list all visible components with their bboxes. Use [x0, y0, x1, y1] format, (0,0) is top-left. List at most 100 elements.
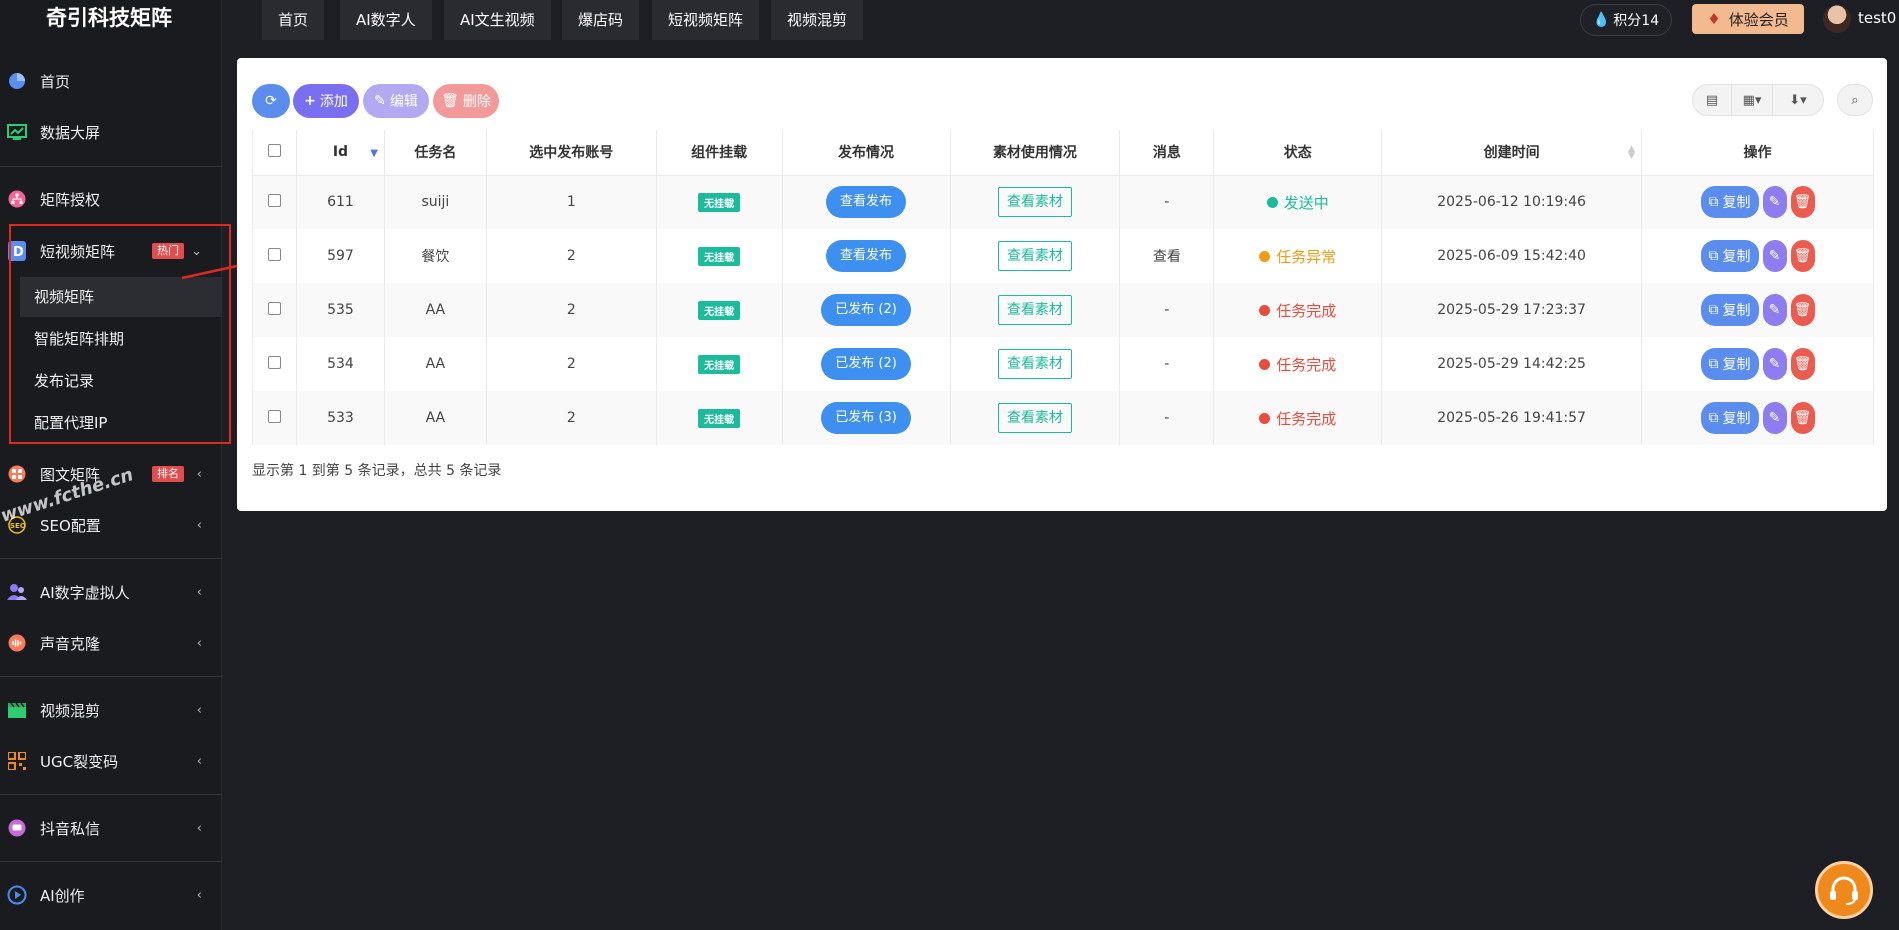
- copy-button[interactable]: ⧉ 复制: [1700, 186, 1759, 219]
- edit-row-button[interactable]: ✎: [1762, 402, 1787, 434]
- delete-button[interactable]: 🗑 删除: [433, 84, 499, 118]
- sidebar-item-mix[interactable]: 视频混剪 ‹: [0, 690, 222, 730]
- cell-publish: 查看发布: [781, 229, 951, 283]
- top-tab-short-video[interactable]: 短视频矩阵: [652, 0, 760, 40]
- sidebar-item-ai-avatar[interactable]: AI数字虚拟人 ‹: [0, 572, 222, 612]
- view-material-button[interactable]: 查看素材: [997, 241, 1072, 271]
- avatar[interactable]: [1823, 5, 1851, 33]
- sidebar-item-dm[interactable]: 抖音私信 ‹: [0, 808, 222, 848]
- edit-row-button[interactable]: ✎: [1762, 186, 1787, 219]
- sidebar-item-label: SEO配置: [40, 516, 101, 535]
- edit-button[interactable]: ✎ 编辑: [363, 84, 429, 118]
- cell-accounts: 2: [485, 337, 657, 391]
- column-header-created[interactable]: 创建时间 ▲ ▼: [1381, 130, 1642, 176]
- row-checkbox[interactable]: [267, 193, 281, 207]
- copy-label: 复制: [1722, 195, 1751, 212]
- select-all-header[interactable]: [252, 130, 297, 176]
- cell-name: AA: [383, 337, 487, 391]
- view-material-button[interactable]: 查看素材: [997, 187, 1072, 218]
- toggle-view-button[interactable]: ▤: [1692, 84, 1732, 116]
- table-row[interactable]: 533 AA 2 无挂载 已发布 (3) 查看素材 - 任务完成 2025-05-26 19:4…: [252, 391, 1874, 445]
- row-select-cell[interactable]: [252, 391, 297, 445]
- delete-row-button[interactable]: 🗑: [1790, 402, 1815, 434]
- copy-button[interactable]: ⧉ 复制: [1700, 348, 1759, 380]
- customer-support-button[interactable]: [1815, 861, 1873, 919]
- chevron-left-icon: ‹: [196, 584, 202, 600]
- edit-row-button[interactable]: ✎: [1762, 294, 1787, 326]
- trash-icon: 🗑: [1793, 302, 1812, 318]
- search-icon: ⌕: [1851, 92, 1859, 108]
- sidebar-item-label: AI数字虚拟人: [40, 583, 130, 602]
- delete-row-button[interactable]: 🗑: [1790, 240, 1815, 272]
- clapperboard-icon: [6, 699, 28, 721]
- add-button[interactable]: + 添加: [293, 84, 359, 118]
- status-label: 任务完成: [1276, 409, 1337, 428]
- cell-publish: 已发布 (2): [781, 337, 951, 391]
- sidebar-subitem-schedule[interactable]: 智能矩阵排期: [20, 319, 222, 359]
- cell-actions: ⧉ 复制 ✎ 🗑: [1641, 175, 1874, 229]
- refresh-button[interactable]: ⟳: [252, 84, 290, 118]
- sidebar-subitem-publish-records[interactable]: 发布记录: [20, 361, 222, 401]
- delete-row-button[interactable]: 🗑: [1790, 348, 1815, 380]
- export-button[interactable]: ⬇▾: [1772, 84, 1824, 116]
- username[interactable]: test0: [1858, 9, 1896, 27]
- grid-icon: [6, 463, 28, 485]
- view-material-button[interactable]: 查看素材: [997, 403, 1072, 433]
- view-material-button[interactable]: 查看素材: [997, 349, 1072, 379]
- top-tab-ai-text-video[interactable]: AI文生视频: [444, 0, 551, 40]
- row-select-cell[interactable]: [252, 229, 297, 283]
- mount-badge: 无挂载: [698, 246, 741, 266]
- top-tab-ai-human[interactable]: AI数字人: [340, 0, 432, 40]
- top-tab-mix[interactable]: 视频混剪: [771, 0, 864, 40]
- row-select-cell[interactable]: [252, 175, 297, 229]
- top-tab-home[interactable]: 首页: [262, 0, 325, 40]
- mount-badge: 无挂载: [698, 300, 741, 320]
- row-checkbox[interactable]: [267, 355, 281, 369]
- row-checkbox[interactable]: [267, 409, 281, 423]
- columns-button[interactable]: ▦▾: [1731, 84, 1773, 116]
- table-row[interactable]: 534 AA 2 无挂载 已发布 (2) 查看素材 - 任务完成 2025-05-29 14:4…: [252, 337, 1874, 391]
- cell-accounts: 2: [485, 229, 657, 283]
- published-count-button[interactable]: 已发布 (2): [821, 348, 911, 380]
- refresh-icon: ⟳: [265, 93, 277, 109]
- sidebar-item-ai-create[interactable]: AI创作 ‹: [0, 875, 222, 915]
- row-checkbox[interactable]: [267, 247, 281, 261]
- select-all-checkbox[interactable]: [267, 143, 281, 157]
- sidebar-item-dashboard[interactable]: 数据大屏: [0, 112, 222, 152]
- sidebar-subitem-proxy-ip[interactable]: 配置代理IP: [20, 403, 222, 443]
- plus-icon: +: [304, 93, 316, 109]
- search-button[interactable]: ⌕: [1837, 84, 1873, 116]
- view-material-button[interactable]: 查看素材: [997, 295, 1072, 325]
- column-header-id[interactable]: Id ▼: [295, 130, 385, 176]
- vip-button[interactable]: ♦ 体验会员: [1692, 4, 1804, 34]
- sidebar-item-ugc[interactable]: UGC裂变码 ‹: [0, 741, 222, 781]
- cell-created: 2025-06-09 15:42:40: [1381, 229, 1642, 283]
- cell-message[interactable]: 查看: [1119, 229, 1215, 283]
- divider: [0, 861, 222, 862]
- row-select-cell[interactable]: [252, 283, 297, 337]
- points-pill[interactable]: 💧 积分14: [1580, 4, 1672, 36]
- table-row[interactable]: 597 餐饮 2 无挂载 查看发布 查看素材 查看 任务异常 2025-06-09 15:42:…: [252, 229, 1874, 283]
- row-select-cell[interactable]: [252, 337, 297, 391]
- published-count-button[interactable]: 已发布 (2): [821, 294, 911, 326]
- published-count-button[interactable]: 已发布 (3): [821, 402, 911, 434]
- delete-row-button[interactable]: 🗑: [1790, 294, 1815, 326]
- copy-button[interactable]: ⧉ 复制: [1700, 240, 1759, 272]
- view-publish-button[interactable]: 查看发布: [826, 240, 907, 272]
- top-tab-shop-code[interactable]: 爆店码: [562, 0, 640, 40]
- sidebar-item-home[interactable]: 首页: [0, 61, 222, 101]
- row-checkbox[interactable]: [267, 301, 281, 315]
- copy-button[interactable]: ⧉ 复制: [1700, 402, 1759, 434]
- cell-created: 2025-05-29 17:23:37: [1381, 283, 1642, 337]
- copy-button[interactable]: ⧉ 复制: [1700, 294, 1759, 326]
- table-row[interactable]: 611 suiji 1 无挂载 查看发布 查看素材 - 发送中 2025-06-12 10:19…: [252, 175, 1874, 229]
- edit-row-button[interactable]: ✎: [1762, 240, 1787, 272]
- sidebar-item-voice[interactable]: 声音克隆 ‹: [0, 623, 222, 663]
- edit-row-button[interactable]: ✎: [1762, 348, 1787, 380]
- sidebar-item-auth[interactable]: 矩阵授权: [0, 179, 222, 219]
- column-header: 消息: [1119, 130, 1215, 176]
- table-row[interactable]: 535 AA 2 无挂载 已发布 (2) 查看素材 - 任务完成 2025-05-29 17:2…: [252, 283, 1874, 337]
- cell-id: 534: [295, 337, 385, 391]
- delete-row-button[interactable]: 🗑: [1790, 186, 1815, 219]
- view-publish-button[interactable]: 查看发布: [826, 186, 907, 219]
